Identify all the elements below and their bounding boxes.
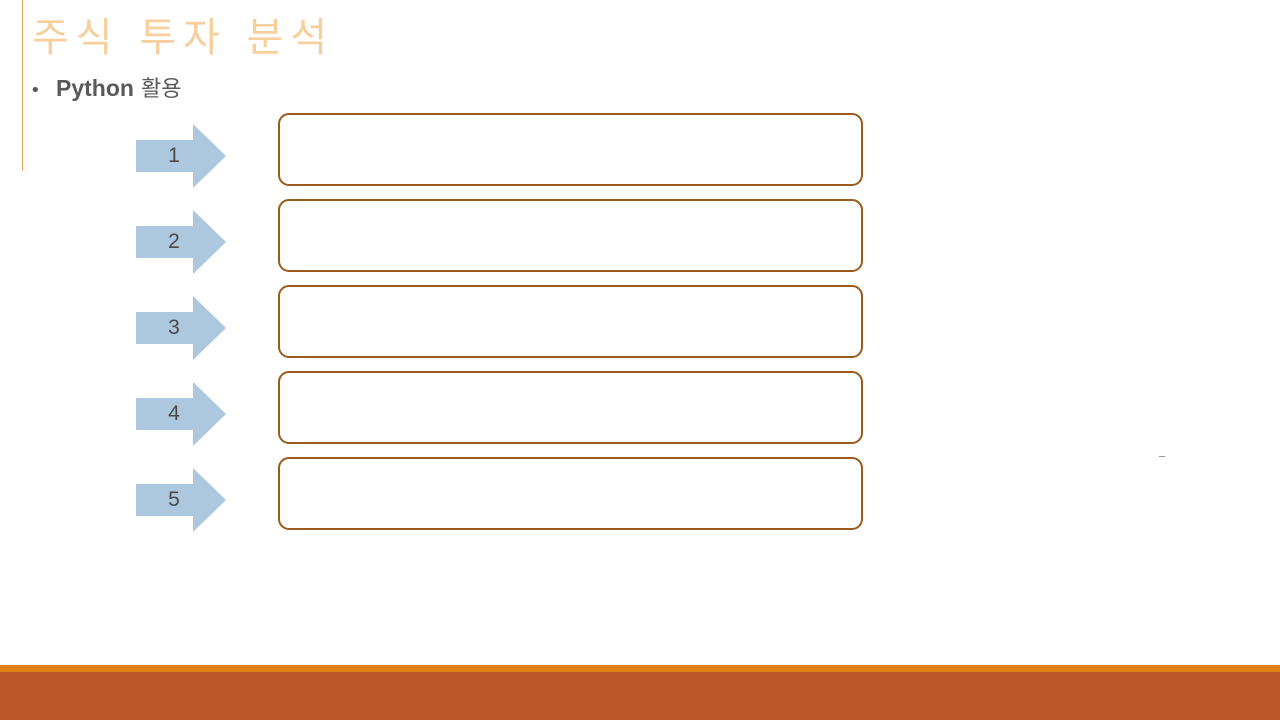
step-arrow: 4 (136, 382, 226, 446)
bullet-item: • Python 활용 (30, 74, 181, 105)
step-number: 4 (168, 402, 180, 425)
step-number: 5 (168, 488, 180, 511)
step-box[interactable] (278, 113, 863, 186)
step-number: 1 (168, 144, 180, 167)
bullet-bold-text: Python (56, 75, 134, 101)
bullet-rest-text: 활용 (140, 77, 182, 102)
step-box[interactable] (278, 457, 863, 530)
footer-stripe (0, 665, 1280, 672)
slide-title: 주식 투자 분석 (32, 15, 335, 61)
step-box[interactable] (278, 371, 863, 444)
step-box[interactable] (278, 199, 863, 272)
step-arrow: 2 (136, 210, 226, 274)
stray-mark (1159, 456, 1165, 457)
step-number: 3 (168, 316, 180, 339)
step-arrow: 1 (136, 124, 226, 188)
footer-band (0, 672, 1280, 720)
accent-vertical-line (22, 0, 23, 171)
step-box[interactable] (278, 285, 863, 358)
step-number: 2 (168, 230, 180, 253)
bullet-marker: • (30, 80, 41, 101)
step-arrow: 5 (136, 468, 226, 532)
step-arrow: 3 (136, 296, 226, 360)
